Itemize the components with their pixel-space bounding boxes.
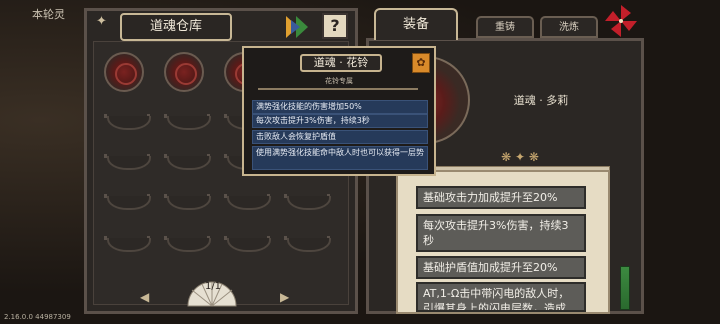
stat-line: 基础攻击力加成提升至20% (416, 186, 586, 209)
scroll-deco-icon: ✦ (96, 14, 107, 29)
soul-slot-orb[interactable] (164, 52, 204, 92)
empty-slot[interactable] (104, 232, 151, 256)
sort-icon[interactable] (284, 14, 310, 40)
empty-slot[interactable] (284, 232, 331, 256)
help-button[interactable]: ? (322, 13, 348, 39)
soul-tooltip: 道魂 · 花铃 ✿ 花铃专属 满势强化技能的伤害增加50% 每次攻击提升3%伤害… (242, 46, 436, 176)
tab-reforge[interactable]: 重铸 (476, 16, 534, 38)
tooltip-line: 使用满势强化技能命中敌人时也可以获得一层势 (252, 146, 428, 170)
empty-slot[interactable] (104, 190, 151, 214)
empty-slot[interactable] (164, 232, 211, 256)
prev-page-button[interactable]: ◀ (140, 290, 149, 304)
version-label: 2.16.0.0 44987309 (4, 313, 71, 321)
stat-line: AT,1-Ω击中带闪电的敌人时，引爆其身上的闪电层数，造成 (416, 282, 586, 312)
stat-line: 基础护盾值加成提升至20% (416, 256, 586, 279)
equipped-soul-name: 道魂 · 多莉 (513, 94, 569, 107)
tooltip-line: 每次攻击提升3%伤害，持续3秒 (252, 114, 428, 128)
empty-slot[interactable] (104, 110, 151, 134)
lantern-icon (620, 266, 630, 310)
empty-slot[interactable] (164, 110, 211, 134)
stat-line: 每次攻击提升3%伤害，持续3秒 (416, 214, 586, 252)
empty-slot[interactable] (224, 232, 271, 256)
next-page-button[interactable]: ▶ (280, 290, 289, 304)
pinwheel-icon[interactable] (604, 4, 638, 38)
tooltip-title: 道魂 · 花铃 (300, 54, 382, 72)
empty-slot[interactable] (104, 150, 151, 174)
empty-slot[interactable] (284, 190, 331, 214)
empty-slot[interactable] (224, 190, 271, 214)
tooltip-divider (258, 88, 418, 90)
tooltip-subtitle: 花铃专属 (325, 77, 353, 85)
empty-slot[interactable] (164, 190, 211, 214)
tooltip-line: 击败敌人会恢复护盾值 (252, 130, 428, 144)
flower-icon: ✿ (412, 53, 430, 73)
top-left-label: 本轮灵 (32, 8, 65, 21)
soul-slot-orb[interactable] (104, 52, 144, 92)
tooltip-line: 满势强化技能的伤害增加50% (252, 100, 428, 114)
tab-refine[interactable]: 洗炼 (540, 16, 598, 38)
storage-title: 道魂仓库 (120, 13, 232, 41)
tab-equip[interactable]: 装备 (374, 8, 458, 40)
empty-slot[interactable] (164, 150, 211, 174)
page-indicator: 1/1 (204, 281, 222, 292)
